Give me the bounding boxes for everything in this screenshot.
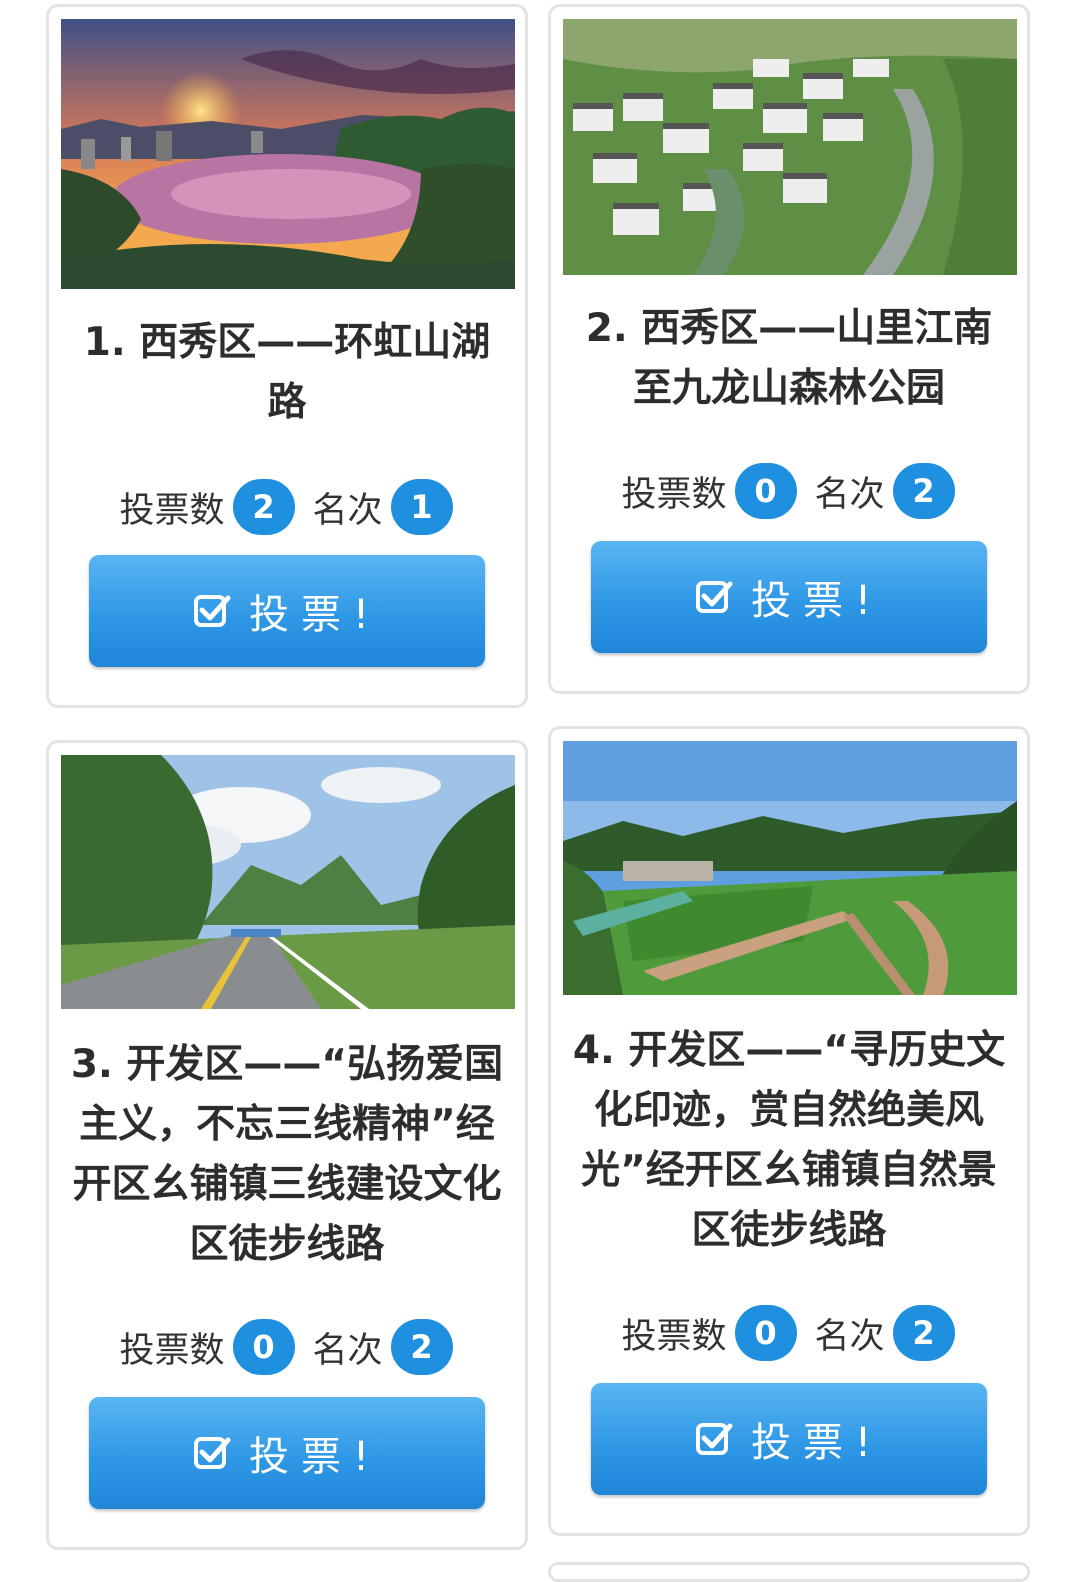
route-card-4: 4. 开发区——“寻历史文化印迹，赏自然绝美风光”经开区幺铺镇自然景区徒步线路 …: [548, 726, 1030, 1536]
next-card-edge: [548, 1562, 1030, 1582]
rank-badge: 2: [390, 1319, 453, 1375]
vote-button-label: 投票!: [248, 592, 382, 638]
route-card-3: 3. 开发区——“弘扬爱国主义，不忘三线精神”经开区幺铺镇三线建设文化区徒步线路…: [46, 740, 528, 1550]
route-photo-2[interactable]: [563, 19, 1017, 275]
votes-label: 投票数: [119, 1330, 225, 1371]
votes-count-badge: 0: [232, 1319, 295, 1375]
votes-label: 投票数: [119, 490, 225, 531]
route-card-1: 1. 西秀区——环虹山湖路 投票数 2 名次 1 投票!: [46, 4, 528, 708]
vote-button-4[interactable]: 投票!: [591, 1383, 987, 1495]
check-square-icon: [695, 581, 733, 613]
vote-stats-3: 投票数 0 名次 2: [49, 1319, 525, 1375]
rank-label: 名次: [312, 1330, 383, 1371]
votes-count-badge: 2: [232, 479, 295, 535]
route-photo-3[interactable]: [61, 755, 515, 1009]
vote-button-label: 投票!: [750, 578, 884, 624]
vote-button-3[interactable]: 投票!: [89, 1397, 485, 1509]
vote-stats-1: 投票数 2 名次 1: [49, 479, 525, 535]
check-square-icon: [193, 595, 231, 627]
rank-badge: 2: [892, 1305, 955, 1361]
route-photo-1[interactable]: [61, 19, 515, 289]
vote-button-1[interactable]: 投票!: [89, 555, 485, 667]
vote-stats-4: 投票数 0 名次 2: [551, 1305, 1027, 1361]
route-photo-4[interactable]: [563, 741, 1017, 995]
rank-badge: 1: [390, 479, 453, 535]
check-square-icon: [193, 1437, 231, 1469]
votes-count-badge: 0: [734, 1305, 797, 1361]
vote-button-label: 投票!: [750, 1420, 884, 1466]
vote-stats-2: 投票数 0 名次 2: [551, 463, 1027, 519]
rank-label: 名次: [312, 490, 383, 531]
route-title-4: 4. 开发区——“寻历史文化印迹，赏自然绝美风光”经开区幺铺镇自然景区徒步线路: [572, 1028, 1006, 1253]
route-title-3: 3. 开发区——“弘扬爱国主义，不忘三线精神”经开区幺铺镇三线建设文化区徒步线路: [70, 1042, 504, 1267]
rank-badge: 2: [892, 463, 955, 519]
route-card-2: 2. 西秀区——山里江南至九龙山森林公园 投票数 0 名次 2 投票!: [548, 4, 1030, 694]
votes-label: 投票数: [621, 474, 727, 515]
votes-count-badge: 0: [734, 463, 797, 519]
rank-label: 名次: [814, 474, 885, 515]
route-title-1: 1. 西秀区——环虹山湖路: [83, 320, 491, 425]
route-title-2: 2. 西秀区——山里江南至九龙山森林公园: [585, 306, 993, 411]
rank-label: 名次: [814, 1316, 885, 1357]
votes-label: 投票数: [621, 1316, 727, 1357]
vote-button-2[interactable]: 投票!: [591, 541, 987, 653]
vote-button-label: 投票!: [248, 1434, 382, 1480]
check-square-icon: [695, 1423, 733, 1455]
